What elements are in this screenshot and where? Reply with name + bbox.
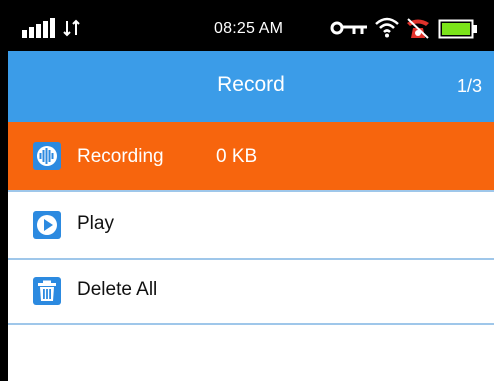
- menu-item-label: Delete All: [77, 279, 158, 300]
- page-title: Record: [217, 73, 285, 96]
- page-counter: 1/3: [456, 76, 482, 96]
- divider: [8, 323, 494, 325]
- menu-item-label: Play: [77, 213, 114, 234]
- menu-item-play[interactable]: Play: [8, 192, 494, 258]
- play-icon: [33, 211, 61, 239]
- menu-item-recording[interactable]: Recording 0 KB: [8, 122, 494, 190]
- wifi-icon: [375, 17, 399, 38]
- screen: 08:25 AM Record 1/3 Recording 0 KB Play …: [8, 8, 494, 381]
- key-icon: [330, 21, 367, 35]
- recording-size: 0 KB: [216, 146, 258, 167]
- trash-icon: [33, 277, 61, 305]
- menu-item-label: Recording: [77, 146, 164, 167]
- title-bar: Record 1/3: [8, 51, 494, 122]
- menu-item-delete-all[interactable]: Delete All: [8, 260, 494, 323]
- signal-bars-icon: [22, 18, 55, 38]
- sound-wave-icon: [33, 142, 61, 170]
- alarm-icon: [407, 18, 429, 39]
- battery-icon: [438, 19, 477, 39]
- device-frame: 08:25 AM Record 1/3 Recording 0 KB Play …: [0, 0, 494, 381]
- clock-time: 08:25 AM: [214, 20, 284, 37]
- status-bar: 08:25 AM: [8, 8, 494, 51]
- data-arrows-icon: [63, 19, 80, 37]
